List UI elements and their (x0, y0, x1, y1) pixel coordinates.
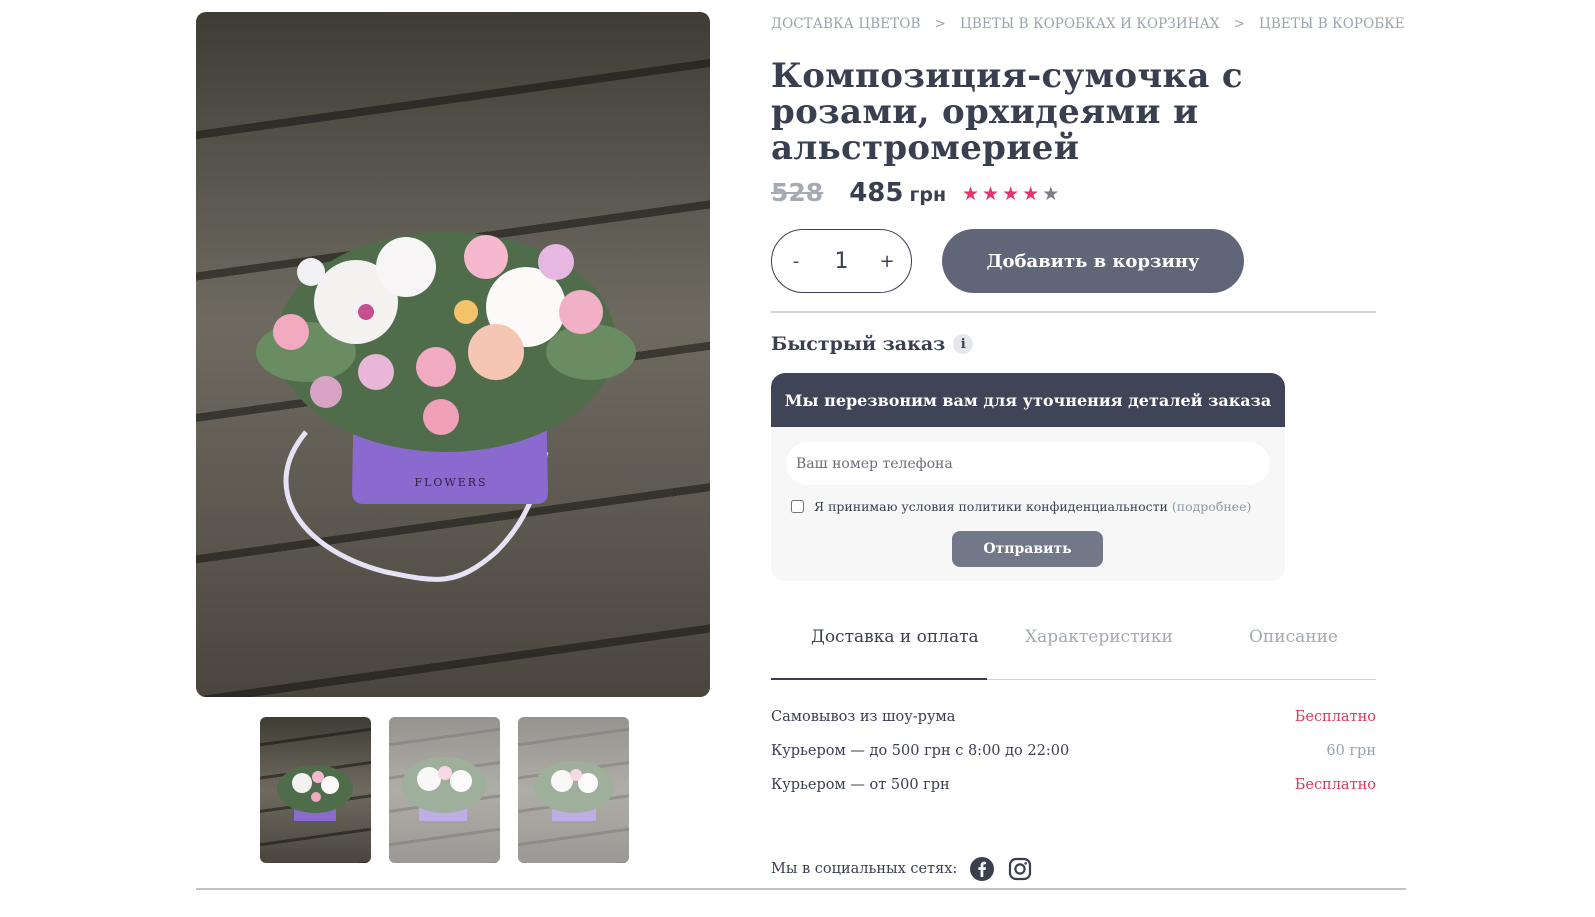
delivery-method: Самовывоз из шоу-рума (771, 709, 956, 725)
breadcrumb-separator: > (1233, 16, 1246, 32)
delivery-method: Курьером — до 500 грн с 8:00 до 22:00 (771, 743, 1070, 759)
star-icon: ★ (1022, 183, 1040, 205)
instagram-icon[interactable] (1007, 856, 1033, 882)
thumbnail-2[interactable] (389, 717, 500, 863)
delivery-price: Бесплатно (1294, 777, 1376, 793)
divider (771, 311, 1376, 313)
privacy-checkbox[interactable] (791, 500, 804, 513)
facebook-icon[interactable] (969, 856, 995, 882)
tab-characteristics[interactable]: Характеристики (1025, 625, 1173, 649)
social-label: Мы в социальных сетях: (771, 861, 958, 877)
quick-order-heading: Быстрый заказ i (771, 333, 974, 355)
quantity-value[interactable]: 1 (835, 249, 849, 274)
bouquet-illustration: FLOWERS (256, 232, 636, 582)
tab-delivery-payment[interactable]: Доставка и оплата (771, 625, 987, 680)
product-title: Композиция-сумочка с розами, орхидеями и… (771, 56, 1243, 168)
phone-input[interactable] (786, 442, 1270, 485)
thumb-bouquet (402, 757, 486, 821)
current-price: 485 (849, 178, 904, 208)
privacy-more-link[interactable]: (подробнее) (1172, 499, 1252, 514)
delivery-price: Бесплатно (1294, 709, 1376, 725)
footer-divider (196, 888, 1406, 890)
privacy-consent: Я принимаю условия политики конфиденциал… (791, 499, 1251, 514)
delivery-row: Курьером — до 500 грн с 8:00 до 22:00 60… (771, 734, 1376, 768)
thumbnail-1[interactable] (260, 717, 371, 863)
breadcrumb-separator: > (934, 16, 946, 32)
quick-order-banner: Мы перезвоним вам для уточнения деталей … (771, 373, 1285, 427)
breadcrumb: ДОСТАВКА ЦВЕТОВ > ЦВЕТЫ В КОРОБКАХ И КОР… (771, 16, 1405, 32)
submit-button[interactable]: Отправить (952, 531, 1103, 567)
delivery-method: Курьером — от 500 грн (771, 777, 950, 793)
old-price: 528 (771, 178, 824, 207)
star-icon: ★ (1002, 183, 1020, 205)
star-icon: ★ (1042, 183, 1060, 205)
social-links: Мы в социальных сетях: (771, 856, 1033, 882)
breadcrumb-item-flowers-in-box[interactable]: ЦВЕТЫ В КОРОБКЕ (1259, 16, 1405, 32)
quick-order-title: Быстрый заказ (771, 333, 946, 355)
currency: грн (909, 184, 947, 206)
thumbnail-3[interactable] (518, 717, 629, 863)
add-to-cart-button[interactable]: Добавить в корзину (942, 229, 1244, 293)
delivery-row: Самовывоз из шоу-рума Бесплатно (771, 700, 1376, 734)
info-icon[interactable]: i (953, 334, 974, 354)
product-tabs: Доставка и оплата Характеристики Описани… (771, 625, 1376, 680)
quantity-decrease-button[interactable]: - (788, 251, 804, 272)
star-icon: ★ (982, 183, 1000, 205)
star-icon: ★ (962, 183, 980, 205)
delivery-options: Самовывоз из шоу-рума Бесплатно Курьером… (771, 700, 1376, 802)
delivery-price: 60 грн (1326, 743, 1376, 759)
privacy-consent-text: Я принимаю условия политики конфиденциал… (814, 499, 1168, 514)
tab-description[interactable]: Описание (1249, 625, 1338, 649)
quantity-stepper: - 1 + (771, 229, 912, 293)
thumb-bouquet (534, 761, 614, 821)
delivery-row: Курьером — от 500 грн Бесплатно (771, 768, 1376, 802)
quantity-increase-button[interactable]: + (879, 251, 895, 272)
breadcrumb-item-boxes-baskets[interactable]: ЦВЕТЫ В КОРОБКАХ И КОРЗИНАХ (960, 16, 1220, 32)
price-block: 528 485 грн (771, 178, 946, 208)
rating-stars[interactable]: ★ ★ ★ ★ ★ (962, 184, 1059, 204)
thumb-bouquet (277, 765, 353, 821)
box-text: FLOWERS (414, 476, 487, 489)
breadcrumb-item-flower-delivery[interactable]: ДОСТАВКА ЦВЕТОВ (771, 16, 921, 32)
thumbnail-strip (260, 717, 629, 863)
product-main-photo[interactable]: FLOWERS (196, 12, 710, 697)
quick-order-form: Мы перезвоним вам для уточнения деталей … (771, 373, 1285, 581)
